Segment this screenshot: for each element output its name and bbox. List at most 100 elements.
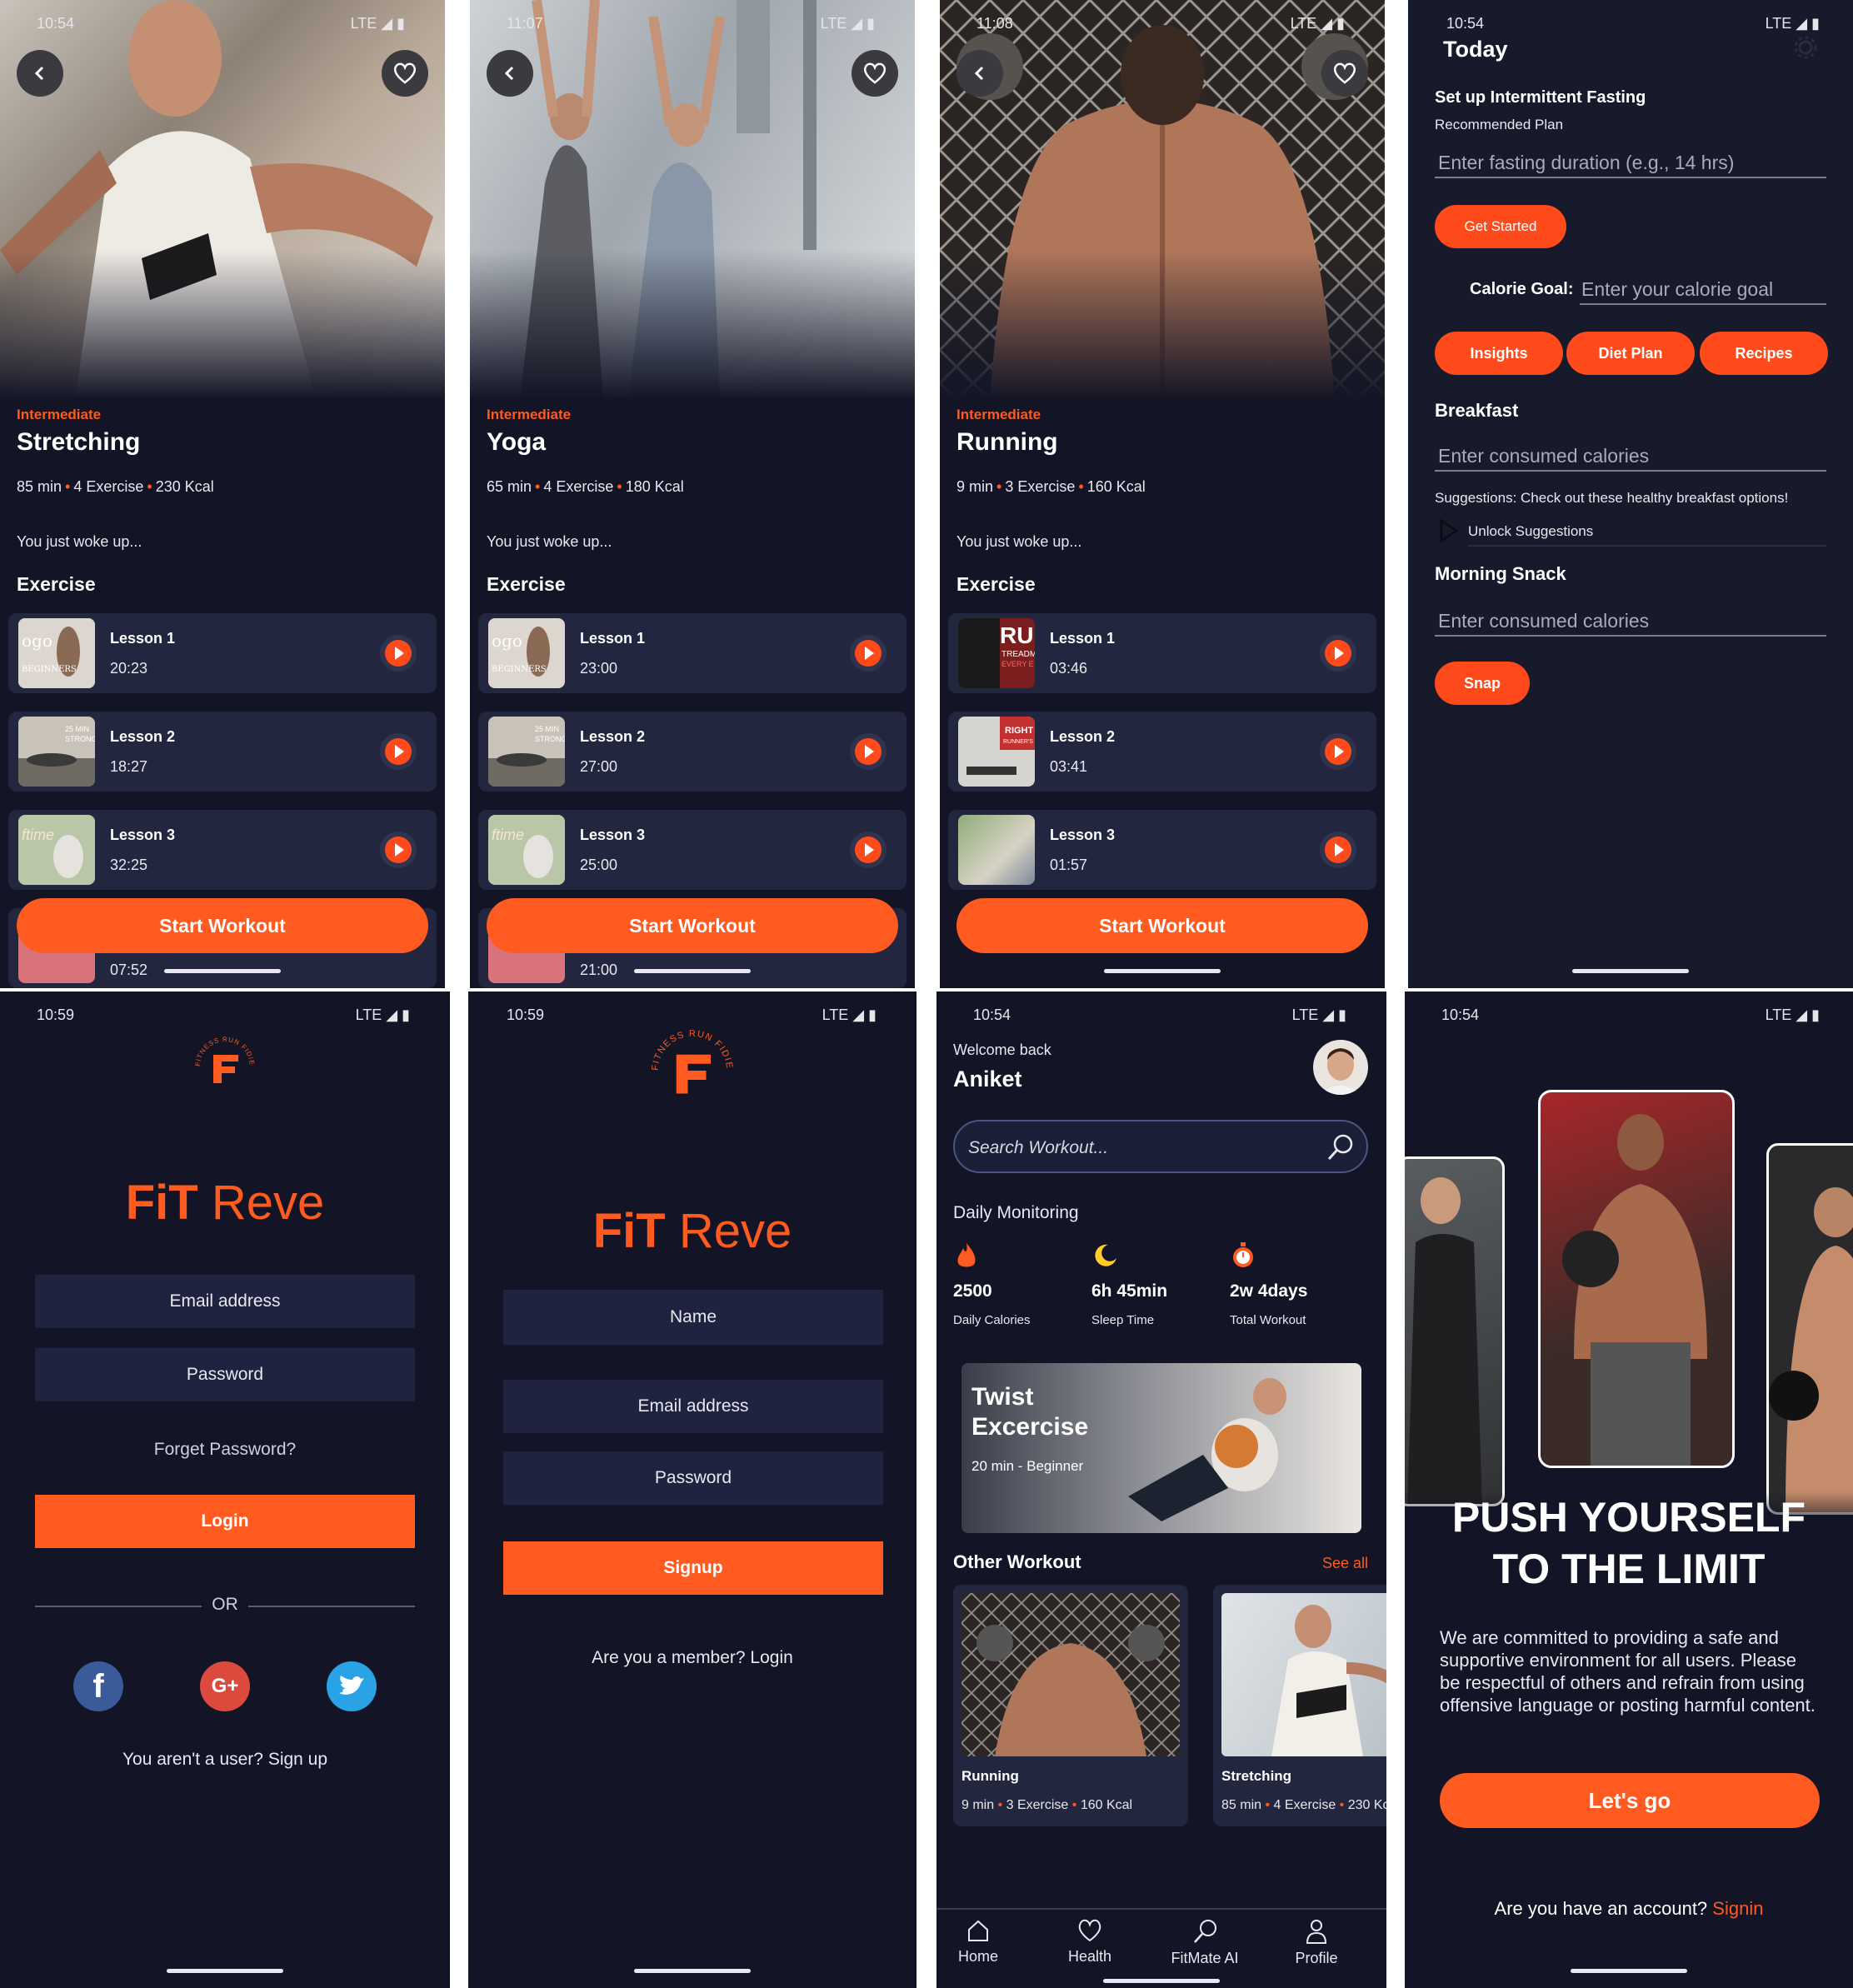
play-icon — [385, 640, 412, 667]
diet-plan-tab[interactable]: Diet Plan — [1566, 332, 1695, 375]
chevron-left-icon — [504, 66, 514, 81]
home-indicator — [1103, 1979, 1220, 1983]
lesson-item[interactable]: ogo BEGINNERS Lesson 1 20:23 — [8, 613, 437, 693]
login-screen: 10:59LTE ◢ ▮ FITNESS RUN FIDIET RUN FiT … — [0, 992, 450, 1988]
play-button[interactable] — [850, 635, 887, 672]
user-name: Aniket — [953, 1066, 1022, 1091]
play-icon — [855, 640, 882, 667]
play-button[interactable] — [1320, 832, 1356, 868]
onboarding-screen: 10:54 LTE ◢ ▮ PUSH YOURSELF TO THE LIMIT W… — [1405, 992, 1853, 1988]
prompt-text: Are you have an account? — [1494, 1898, 1713, 1919]
email-field[interactable]: Email address — [35, 1275, 415, 1328]
breakfast-calories-input[interactable]: Enter consumed calories — [1438, 445, 1649, 467]
nav-profile[interactable]: Profile — [1266, 1918, 1366, 1967]
nav-home[interactable]: Home — [936, 1918, 1028, 1966]
lesson-thumbnail: ftime — [488, 815, 565, 885]
snack-calories-input[interactable]: Enter consumed calories — [1438, 610, 1649, 632]
recipes-tab[interactable]: Recipes — [1700, 332, 1828, 375]
home-indicator — [1571, 1969, 1687, 1973]
play-button[interactable] — [380, 733, 417, 770]
play-button[interactable] — [380, 635, 417, 672]
lesson-duration: 01:57 — [1050, 857, 1088, 873]
fasting-duration-input[interactable]: Enter fasting duration (e.g., 14 hrs) — [1438, 152, 1734, 174]
play-button[interactable] — [850, 733, 887, 770]
avatar[interactable] — [1313, 1040, 1368, 1095]
lesson-item[interactable]: ftime Lesson 3 25:00 — [478, 810, 907, 890]
name-field[interactable]: Name — [503, 1290, 883, 1345]
stat-label: Total Workout — [1230, 1313, 1306, 1327]
lesson-thumbnail — [958, 815, 1035, 885]
headline-line: TO THE LIMIT — [1492, 1546, 1766, 1592]
start-workout-button[interactable]: Start Workout — [956, 898, 1368, 953]
login-button[interactable]: Login — [35, 1495, 415, 1548]
play-button[interactable] — [380, 832, 417, 868]
see-all-link[interactable]: See all — [1322, 1555, 1368, 1572]
insights-tab[interactable]: Insights — [1435, 332, 1563, 375]
nav-fitmate-ai[interactable]: FitMate AI — [1155, 1918, 1255, 1967]
search-icon — [1194, 1920, 1216, 1943]
lesson-item[interactable]: 25 MIN STRONG Lesson 2 27:00 — [478, 712, 907, 792]
google-button[interactable]: G+ — [200, 1661, 250, 1711]
lesson-duration: 32:25 — [110, 857, 148, 873]
back-button[interactable] — [487, 50, 533, 97]
home-indicator — [1572, 969, 1689, 973]
nav-label: Profile — [1295, 1950, 1338, 1966]
signin-link[interactable]: Signin — [1712, 1898, 1763, 1919]
play-icon — [855, 738, 882, 765]
moon-icon — [1095, 1244, 1116, 1266]
email-field[interactable]: Email address — [503, 1380, 883, 1433]
workout-meta: 65 min • 4 Exercise • 180 Kcal — [487, 478, 684, 495]
showcase-image — [1766, 1143, 1853, 1515]
calorie-goal-input[interactable]: Enter your calorie goal — [1581, 278, 1773, 301]
snap-button[interactable]: Snap — [1435, 662, 1530, 705]
back-button[interactable] — [17, 50, 63, 97]
featured-workout-card[interactable]: Twist Excercise 20 min - Beginner — [961, 1363, 1361, 1533]
lesson-item[interactable]: Lesson 3 01:57 — [948, 810, 1376, 890]
home-screen: 10:54 LTE ◢ ▮ Welcome back Aniket Search … — [936, 992, 1386, 1988]
lesson-item[interactable]: ogo BEGINNERS Lesson 1 23:00 — [478, 613, 907, 693]
search-input[interactable]: Search Workout... — [968, 1138, 1108, 1158]
heart-icon — [863, 62, 887, 84]
heart-icon — [1333, 62, 1356, 84]
play-button[interactable] — [1320, 635, 1356, 672]
lesson-thumbnail: ftime — [18, 815, 95, 885]
thumbnail-text: RU — [1000, 622, 1033, 648]
unlock-suggestions-link[interactable]: Unlock Suggestions — [1468, 523, 1593, 540]
back-button[interactable] — [956, 50, 1003, 97]
get-started-button[interactable]: Get Started — [1435, 205, 1566, 248]
favorite-button[interactable] — [382, 50, 428, 97]
facebook-icon: f — [92, 1667, 104, 1705]
facebook-button[interactable]: f — [73, 1661, 123, 1711]
start-workout-button[interactable]: Start Workout — [17, 898, 428, 953]
twitter-button[interactable] — [327, 1661, 377, 1711]
home-icon — [968, 1920, 988, 1941]
login-link[interactable]: Are you a member? Login — [468, 1648, 917, 1668]
lesson-item[interactable]: RU TREADM EVERY E Lesson 1 03:46 — [948, 613, 1376, 693]
workout-card[interactable]: Stretching 85 min • 4 Exercise • 230 Kca… — [1213, 1585, 1386, 1826]
showcase-image — [1405, 1156, 1505, 1506]
play-outline-icon — [1440, 518, 1459, 543]
signup-button[interactable]: Signup — [503, 1541, 883, 1595]
favorite-button[interactable] — [852, 50, 898, 97]
play-button[interactable] — [850, 832, 887, 868]
play-button[interactable] — [1320, 733, 1356, 770]
lesson-item[interactable]: RIGHT RUNNER'S Lesson 2 03:41 — [948, 712, 1376, 792]
lesson-item[interactable]: 25 MIN STRONG Lesson 2 18:27 — [8, 712, 437, 792]
lesson-item[interactable]: ftime Lesson 3 32:25 — [8, 810, 437, 890]
search-bar[interactable]: Search Workout... — [953, 1120, 1368, 1173]
password-field[interactable]: Password — [35, 1348, 415, 1401]
nav-label: Home — [957, 1948, 998, 1965]
start-workout-button[interactable]: Start Workout — [487, 898, 898, 953]
lets-go-button[interactable]: Let's go — [1440, 1773, 1820, 1828]
other-workout-heading: Other Workout — [953, 1551, 1081, 1572]
or-label: OR — [212, 1595, 238, 1614]
favorite-button[interactable] — [1321, 50, 1368, 97]
stat-value: 2w 4days — [1230, 1281, 1308, 1301]
signup-link[interactable]: You aren't a user? Sign up — [0, 1750, 450, 1770]
password-field[interactable]: Password — [503, 1451, 883, 1505]
forgot-password-link[interactable]: Forget Password? — [0, 1440, 450, 1460]
workout-card-name: Stretching — [1221, 1768, 1292, 1784]
search-icon[interactable] — [1326, 1133, 1355, 1161]
workout-card[interactable]: Running 9 min • 3 Exercise • 160 Kcal — [953, 1585, 1188, 1826]
nav-health[interactable]: Health — [1040, 1918, 1140, 1966]
